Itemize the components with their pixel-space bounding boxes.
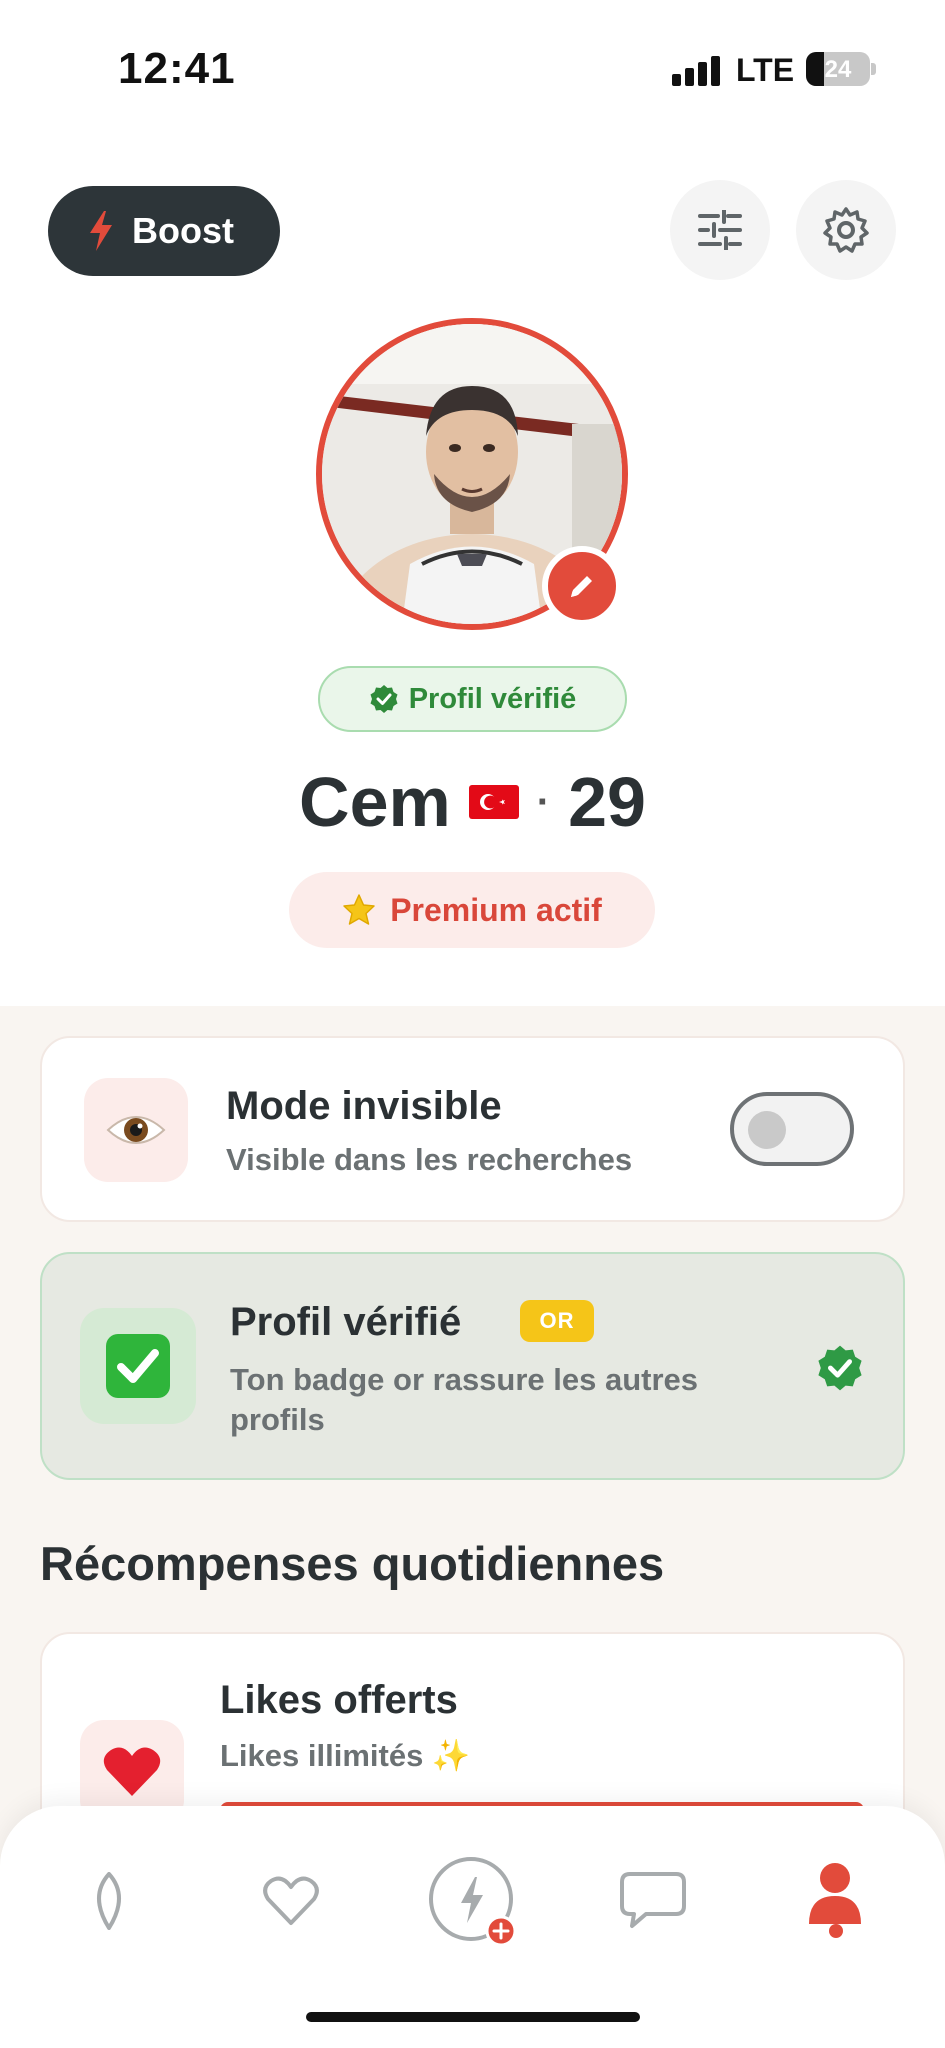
status-bar: 12:41 LTE 24 [0,0,945,140]
settings-button[interactable] [796,180,896,280]
verified-card-subtitle-line2: profils [230,1402,325,1437]
battery-icon: 24 [806,52,870,86]
verified-label: Profil vérifié [408,682,577,715]
signal-icon [672,54,722,86]
name-separator: · [536,779,551,824]
edit-photo-button[interactable] [542,546,622,626]
likes-card-subtitle: Likes illimités ✨ [220,1738,471,1773]
battery-tip [871,63,876,75]
verified-profile-card[interactable]: Profil vérifié OR Ton badge or rassure l… [40,1252,905,1480]
verified-seal-icon [818,1345,862,1391]
eye-icon-box [84,1078,188,1182]
check-mark-icon [106,1334,170,1398]
heart-icon [263,1876,319,1925]
invisible-mode-title: Mode invisible [226,1084,502,1128]
home-indicator [306,2012,640,2022]
boost-button[interactable]: Boost [48,186,280,276]
toggle-knob [748,1111,786,1149]
premium-badge[interactable]: Premium actif [289,872,655,948]
premium-label: Premium actif [390,891,602,928]
tab-messages[interactable] [598,1846,708,1956]
turkey-flag-icon [468,785,519,819]
check-icon-box [80,1308,196,1424]
star-icon [343,894,375,925]
boost-label: Boost [132,210,234,251]
active-tab-indicator [829,1924,843,1938]
filters-button[interactable] [670,180,770,280]
likes-card-title: Likes offerts [220,1678,458,1722]
invisible-mode-card[interactable]: Mode invisible Visible dans les recherch… [40,1036,905,1222]
verified-badge: Profil vérifié [318,666,627,732]
discover-icon [97,1872,121,1930]
profile-name-row: Cem · 29 [0,762,945,842]
tab-likes[interactable] [236,1846,346,1956]
profile-age: 29 [568,763,646,841]
lightning-icon [90,211,112,251]
status-time: 12:41 [118,44,236,93]
battery-level: 24 [824,56,852,83]
invisible-mode-toggle[interactable] [730,1092,854,1166]
tab-boost[interactable] [418,1846,528,1956]
network-label: LTE [736,52,795,88]
red-heart-icon [103,1747,161,1796]
pencil-icon [571,576,592,597]
profile-name: Cem [299,763,451,841]
verified-card-subtitle-line1: Ton badge or rassure les autres [230,1362,699,1397]
gear-icon [823,207,869,253]
chat-icon [620,1872,686,1928]
verified-check-icon [370,685,398,713]
tab-discover[interactable] [54,1846,164,1956]
verified-card-title: Profil vérifié [230,1300,462,1344]
boost-icon [429,1857,517,1947]
profile-icon [809,1863,861,1924]
rewards-section-title: Récompenses quotidiennes [40,1537,665,1590]
sliders-icon [698,210,742,250]
invisible-mode-subtitle: Visible dans les recherches [226,1142,633,1177]
gold-badge: OR [520,1300,594,1342]
eye-icon [106,1116,166,1144]
